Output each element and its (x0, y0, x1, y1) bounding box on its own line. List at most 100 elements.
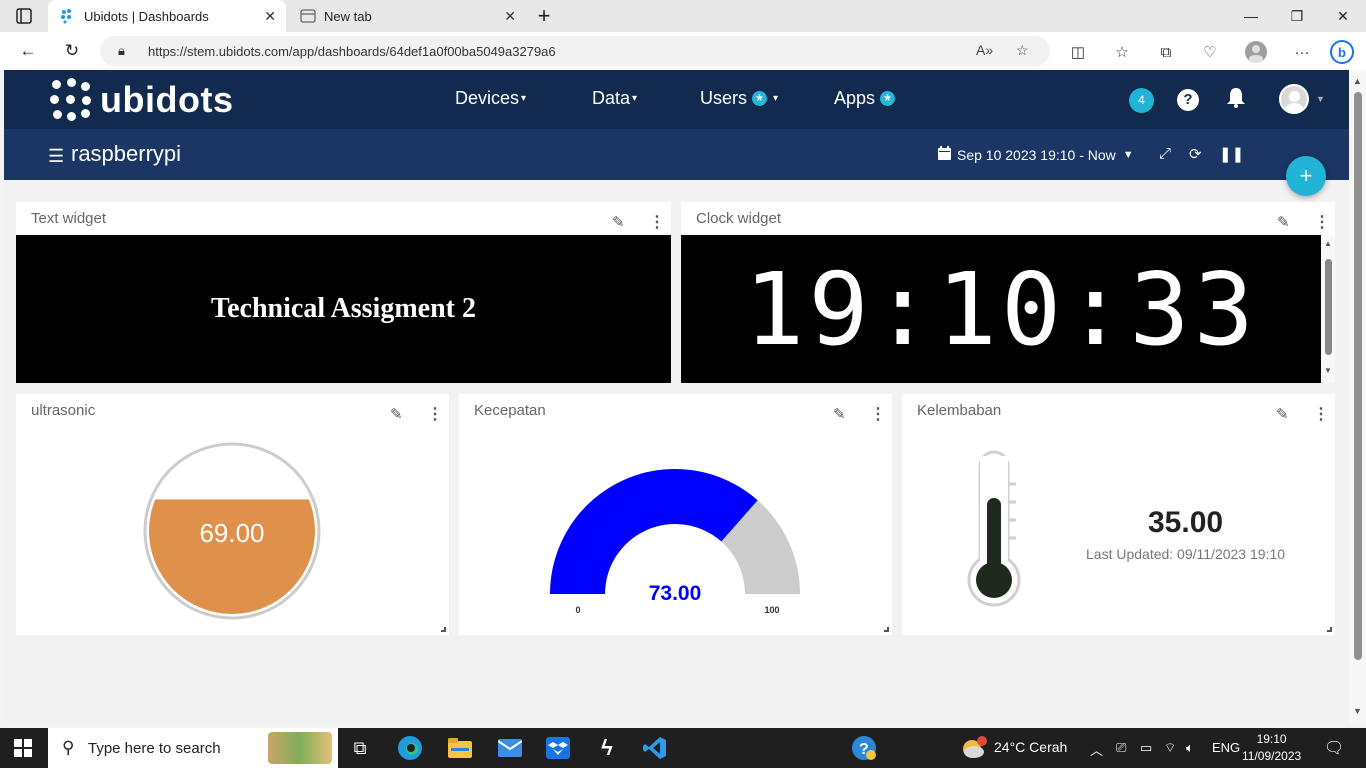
task-view-icon[interactable]: ⧉ (346, 734, 374, 762)
clock-time: 19:10:33 (744, 250, 1258, 368)
nav-devices[interactable]: Devices ▾ (455, 88, 526, 109)
show-hidden-icons-icon[interactable]: ︿ (1090, 740, 1103, 759)
read-aloud-icon[interactable]: A» (976, 42, 993, 58)
fullscreen-icon[interactable]: ⤢ (1159, 145, 1171, 162)
hamburger-menu-icon[interactable]: ☰ (48, 146, 64, 167)
volume-icon[interactable]: 🔈︎ (1186, 740, 1194, 756)
vscode-icon[interactable] (641, 734, 669, 762)
nav-users[interactable]: Users ★ ▾ (700, 88, 778, 109)
edit-pencil-icon[interactable]: ✎ (1276, 405, 1289, 423)
add-widget-button[interactable]: + (1286, 156, 1326, 196)
last-updated-text: Last Updated: 09/11/2023 19:10 (1086, 546, 1286, 562)
clock-widget: Clock widget ✎ ⋮ 19:10:33 ▲ ▼ (681, 202, 1335, 383)
tank-value: 69.00 (199, 518, 264, 548)
clock-widget-scrollbar[interactable]: ▲ ▼ (1321, 235, 1335, 383)
weather-text[interactable]: 24°C Cerah (994, 739, 1067, 755)
tab-title: New tab (324, 8, 372, 24)
windows-start-icon[interactable] (14, 739, 32, 757)
dashboard-title[interactable]: raspberrypi (71, 141, 181, 167)
resize-handle[interactable] (441, 627, 446, 632)
nav-devices-label: Devices (455, 88, 520, 108)
browser-essentials-icon[interactable]: ♡ (1198, 41, 1222, 63)
mail-icon[interactable] (496, 734, 524, 762)
notification-center-icon[interactable]: 🗨︎ (1324, 738, 1344, 758)
taskbar-clock[interactable]: 19:10 11/09/2023 (1242, 731, 1301, 765)
edit-pencil-icon[interactable]: ✎ (612, 213, 625, 231)
close-tab-icon[interactable]: ✕ (264, 8, 276, 25)
help-icon[interactable]: ? (1177, 89, 1199, 111)
close-tab-icon[interactable]: ✕ (504, 8, 516, 25)
dropbox-icon[interactable] (544, 734, 572, 762)
weather-icon[interactable] (960, 734, 988, 762)
browser-toolbar: ← ↻ 🔒︎ https://stem.ubidots.com/app/dash… (0, 32, 1366, 70)
tab-actions-icon[interactable] (10, 4, 38, 28)
new-tab-favicon-icon (300, 8, 316, 24)
scroll-up-arrow-icon[interactable]: ▲ (1353, 76, 1362, 86)
star-badge-icon: ★ (880, 91, 896, 106)
window-close-icon[interactable]: ✕ (1320, 0, 1366, 32)
settings-more-icon[interactable]: ··· (1290, 41, 1314, 63)
browser-tab-bar: Ubidots | Dashboards ✕ New tab ✕ + — ❐ ✕ (0, 0, 1366, 32)
svg-text:b: b (1338, 45, 1346, 60)
back-arrow-icon[interactable]: ← (14, 39, 42, 63)
ubidots-logo[interactable]: ubidots (50, 78, 233, 122)
new-tab-plus-icon[interactable]: + (530, 3, 558, 28)
file-explorer-icon[interactable] (446, 734, 474, 762)
text-widget-body: Technical Assigment 2 (16, 235, 671, 383)
tank-gauge: 69.00 (143, 442, 321, 620)
star-badge-icon: ★ (752, 91, 768, 106)
wifi-icon[interactable]: ⌔ (1164, 740, 1176, 756)
tab-ubidots-dashboards[interactable]: Ubidots | Dashboards ✕ (48, 0, 286, 32)
bing-copilot-icon[interactable]: b (1330, 40, 1354, 64)
more-options-icon[interactable]: ⋮ (1313, 404, 1329, 424)
app-lightning-icon[interactable]: ϟ (593, 734, 621, 762)
nav-apps[interactable]: Apps ★ (834, 88, 896, 109)
minimize-icon[interactable]: — (1228, 0, 1274, 32)
restore-icon[interactable]: ❐ (1274, 0, 1320, 32)
nav-data[interactable]: Data ▾ (592, 88, 637, 109)
scrollbar-thumb[interactable] (1354, 92, 1362, 660)
collections-icon[interactable]: ⧉ (1154, 41, 1178, 63)
taskbar-time: 19:10 (1256, 732, 1287, 746)
edge-browser-icon[interactable] (396, 734, 424, 762)
more-options-icon[interactable]: ⋮ (1314, 212, 1330, 232)
edit-pencil-icon[interactable]: ✎ (1277, 213, 1290, 231)
help-tips-icon[interactable]: ? (850, 734, 878, 762)
favorites-icon[interactable]: ☆ (1110, 41, 1134, 63)
caret-down-icon: ▾ (632, 93, 638, 104)
split-screen-icon[interactable]: ◫ (1066, 41, 1090, 63)
scrollbar-thumb[interactable] (1325, 259, 1332, 355)
avatar-caret-icon[interactable]: ▼ (1316, 94, 1325, 104)
scroll-down-arrow-icon[interactable]: ▼ (1324, 366, 1332, 375)
address-bar[interactable]: 🔒︎ https://stem.ubidots.com/app/dashboar… (100, 36, 1050, 66)
meet-now-icon[interactable]: ⎚ (1116, 740, 1126, 756)
battery-icon[interactable]: ▭ (1140, 740, 1152, 756)
text-widget-content: Technical Assigment 2 (211, 293, 476, 324)
scroll-up-arrow-icon[interactable]: ▲ (1324, 239, 1332, 248)
notification-count-badge[interactable]: 4 (1129, 88, 1154, 113)
taskbar-search-box[interactable]: ⚲ Type here to search (48, 728, 338, 768)
bell-icon[interactable] (1226, 86, 1246, 114)
page-scrollbar[interactable]: ▲ ▼ (1349, 70, 1366, 724)
caret-down-icon: ▾ (773, 93, 779, 104)
kelembaban-widget: Kelembaban ✎ ⋮ 35.00 Last Updated: 09/11… (902, 394, 1335, 635)
nav-data-label: Data (592, 88, 631, 108)
more-options-icon[interactable]: ⋮ (649, 212, 665, 232)
text-widget: Text widget ✎ ⋮ Technical Assigment 2 (16, 202, 671, 383)
dashboard-bar: ☰ raspberrypi Sep 10 2023 19:10 - Now ▼ … (4, 129, 1349, 180)
refresh-dashboard-icon[interactable]: ⟳ (1189, 145, 1202, 163)
resize-handle[interactable] (884, 627, 889, 632)
language-indicator[interactable]: ENG (1212, 740, 1240, 755)
tab-new-tab[interactable]: New tab ✕ (290, 0, 526, 32)
gauge-max-label: 100 (764, 605, 779, 615)
resize-handle[interactable] (1327, 627, 1332, 632)
user-avatar[interactable] (1279, 84, 1309, 114)
favorite-star-icon[interactable]: ☆ (1016, 42, 1029, 59)
tab-title: Ubidots | Dashboards (84, 8, 209, 24)
profile-icon[interactable] (1244, 41, 1268, 63)
ubidots-app: ubidots Devices ▾ Data ▾ Users ★ ▾ Apps ★ 4 ?… (4, 70, 1349, 724)
date-range-picker[interactable]: Sep 10 2023 19:10 - Now ▼ (938, 146, 1134, 163)
refresh-icon[interactable]: ↻ (58, 39, 86, 63)
scroll-down-arrow-icon[interactable]: ▼ (1353, 706, 1362, 716)
pause-icon[interactable]: ❚❚ (1219, 145, 1244, 163)
